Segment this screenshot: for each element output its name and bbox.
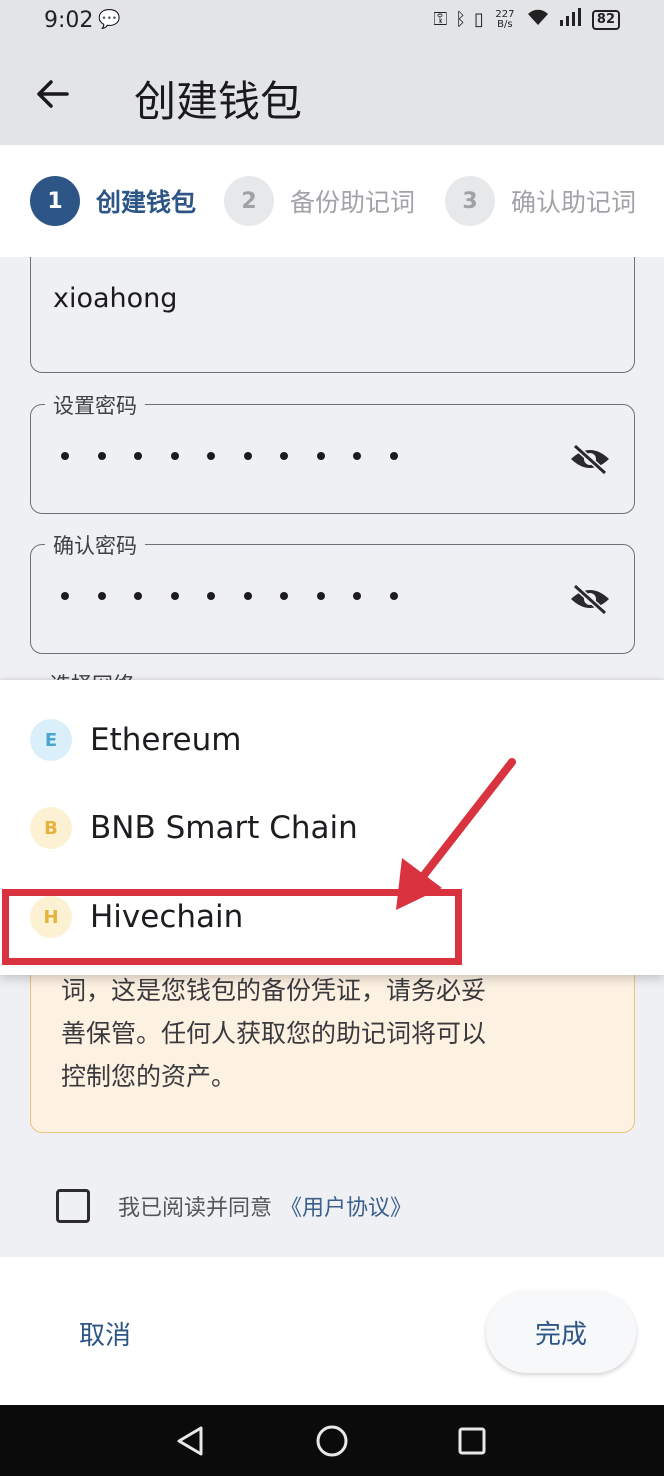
step-confirm-mnemonic: 3 确认助记词 (445, 176, 636, 226)
password-field[interactable]: 设置密码 (30, 390, 635, 514)
net-speed-unit: B/s (497, 18, 513, 30)
system-navigation-bar (0, 1405, 664, 1476)
toggle-confirm-password-visibility-button[interactable] (568, 579, 612, 619)
confirm-password-mask (55, 583, 420, 607)
step-label: 创建钱包 (96, 188, 197, 217)
step-create-wallet: 1 创建钱包 (30, 176, 196, 226)
net-speed: 227 B/s (492, 9, 518, 30)
warning-line: 善保管。任何人获取您的助记词将可以 (61, 1019, 487, 1048)
wallet-name-value: xioahong (53, 283, 178, 314)
eye-off-icon (571, 443, 609, 475)
network-avatar: E (30, 719, 72, 761)
step-number: 3 (445, 176, 495, 226)
signal-icon (558, 8, 584, 31)
agree-checkbox[interactable] (56, 1189, 90, 1223)
back-button[interactable] (30, 72, 74, 116)
wallet-name-field[interactable]: xioahong (30, 257, 635, 373)
nav-recents-button[interactable] (452, 1423, 492, 1459)
warning-line: 词，这是您钱包的备份凭证，请务必妥 (61, 976, 487, 1005)
network-name: BNB Smart Chain (90, 810, 358, 846)
confirm-password-field[interactable]: 确认密码 (30, 530, 635, 654)
page-title: 创建钱包 (134, 77, 303, 126)
network-avatar: B (30, 807, 72, 849)
agree-text: 我已阅读并同意 (118, 1196, 273, 1221)
wifi-icon (526, 8, 550, 31)
step-label: 备份助记词 (290, 188, 416, 217)
password-label: 设置密码 (45, 390, 145, 420)
status-bar: 9:02 💬 ⚿ ᛒ ▯ 227 B/s 82 (0, 0, 664, 44)
bottom-action-bar: 取消 完成 (0, 1257, 664, 1405)
toggle-password-visibility-button[interactable] (568, 439, 612, 479)
cancel-button[interactable]: 取消 (50, 1307, 160, 1359)
arrow-left-icon (37, 80, 69, 108)
wechat-icon: 💬 (98, 9, 121, 30)
app-bar: 创建钱包 (0, 44, 664, 145)
stepper: 1 创建钱包 2 备份助记词 3 确认助记词 (0, 145, 664, 257)
confirm-password-label: 确认密码 (45, 530, 145, 560)
square-recents-icon (458, 1427, 486, 1455)
battery-indicator: 82 (591, 9, 620, 30)
nav-home-button[interactable] (312, 1423, 352, 1459)
status-time: 9:02 (44, 8, 94, 33)
step-number: 1 (30, 176, 80, 226)
network-option-ethereum[interactable]: E Ethereum (0, 696, 664, 784)
triangle-back-icon (177, 1426, 203, 1456)
eye-off-icon (571, 583, 609, 615)
status-icons: ⚿ ᛒ ▯ 227 B/s 82 (433, 8, 620, 31)
annotation-arrow-icon (396, 758, 516, 910)
circle-home-icon (316, 1425, 348, 1457)
user-agreement-link[interactable]: 《用户协议》 (280, 1190, 412, 1222)
password-mask (55, 443, 420, 467)
vibrate-icon: ▯ (474, 9, 484, 30)
done-button[interactable]: 完成 (486, 1291, 636, 1373)
key-icon: ⚿ (433, 9, 448, 30)
network-option-bnb-smart-chain[interactable]: B BNB Smart Chain (0, 784, 664, 872)
agreement-row: 我已阅读并同意 《用户协议》 (56, 1189, 412, 1223)
step-label: 确认助记词 (511, 188, 637, 217)
warning-text: 词，这是您钱包的备份凭证，请务必妥 善保管。任何人获取您的助记词将可以 控制您的… (61, 969, 601, 1098)
nav-back-button[interactable] (170, 1423, 210, 1459)
step-backup-mnemonic: 2 备份助记词 (224, 176, 415, 226)
bluetooth-icon: ᛒ (455, 9, 466, 30)
step-number: 2 (224, 176, 274, 226)
warning-line: 控制您的资产。 (61, 1062, 237, 1091)
network-name: Ethereum (90, 722, 242, 758)
